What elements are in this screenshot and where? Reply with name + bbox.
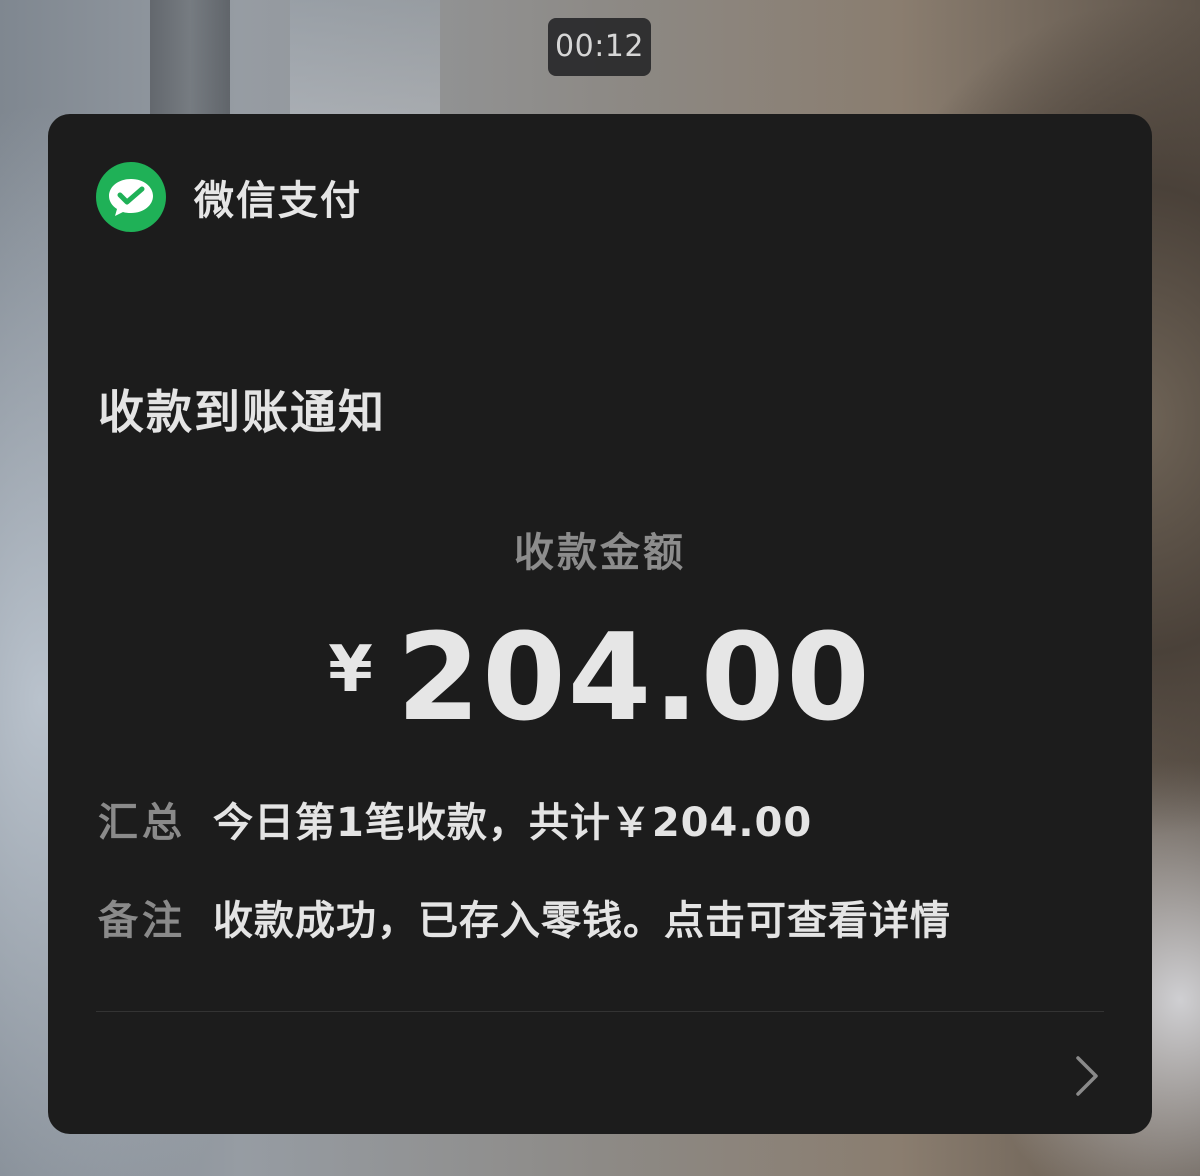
amount-label: 收款金额: [514, 530, 686, 576]
app-name: 微信支付: [194, 178, 362, 224]
background-wallpaper: [150, 0, 230, 130]
remark-label: 备注: [98, 898, 186, 944]
payment-notification-card[interactable]: 微信支付 收款到账通知 收款金额 ¥ 204.00 汇总 今日第1笔收款，共计￥…: [48, 114, 1152, 1134]
remark-value: 收款成功，已存入零钱。点击可查看详情: [213, 898, 951, 944]
remark-row: 备注 收款成功，已存入零钱。点击可查看详情: [98, 888, 951, 946]
currency-symbol: ¥: [328, 633, 373, 707]
summary-row: 汇总 今日第1笔收款，共计￥204.00: [98, 790, 812, 848]
background-wallpaper-pane: [290, 0, 440, 120]
summary-label: 汇总: [98, 800, 186, 846]
lock-screen: 00:12 微信支付 收款到账通知 收款金额 ¥ 204.00 汇总 今日第1笔…: [0, 0, 1200, 1176]
time-badge: 00:12: [548, 18, 651, 76]
chevron-right-icon: [1076, 1056, 1098, 1096]
amount-value: 204.00: [396, 609, 872, 748]
view-details-link[interactable]: [96, 1012, 1104, 1134]
summary-value: 今日第1笔收款，共计￥204.00: [213, 800, 813, 846]
wechat-pay-icon: [96, 162, 166, 232]
notification-title: 收款到账通知: [98, 385, 386, 439]
app-header: 微信支付: [96, 162, 362, 232]
amount-display: ¥ 204.00: [48, 619, 1152, 739]
